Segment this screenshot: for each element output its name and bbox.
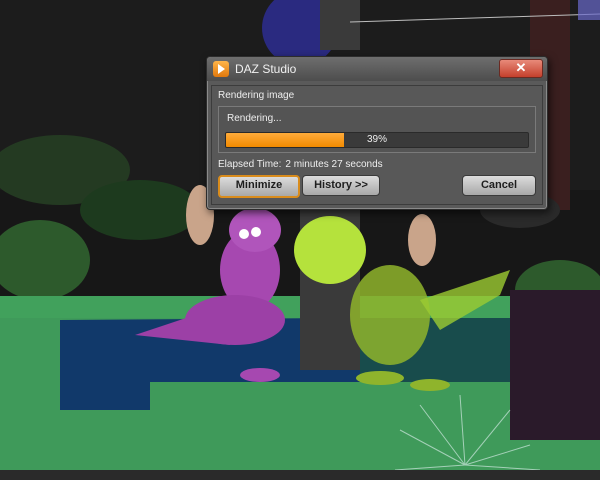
elapsed-label: Elapsed Time: — [218, 159, 282, 170]
close-button[interactable]: ✕ — [499, 59, 543, 78]
dialog-heading: Rendering image — [218, 90, 295, 101]
minimize-button[interactable]: Minimize — [218, 175, 300, 198]
progress-bar: 39% — [225, 132, 529, 148]
rock — [510, 290, 600, 440]
dialog-body: Rendering image Rendering... 39% Elapsed… — [211, 85, 543, 205]
elapsed-time: Elapsed Time: 2 minutes 27 seconds — [218, 159, 383, 170]
elapsed-value: 2 minutes 27 seconds — [285, 159, 383, 170]
history-button[interactable]: History >> — [302, 175, 380, 196]
dialog-title: DAZ Studio — [235, 62, 297, 76]
progress-label: 39% — [366, 134, 387, 145]
cancel-button[interactable]: Cancel — [462, 175, 536, 196]
status-text: Rendering... — [227, 113, 282, 124]
dialog-titlebar[interactable]: DAZ Studio ✕ — [207, 57, 547, 81]
status-group: Rendering... 39% — [218, 106, 536, 153]
render-progress-dialog: DAZ Studio ✕ Rendering image Rendering..… — [206, 56, 548, 210]
daz-studio-app-icon — [213, 61, 229, 77]
